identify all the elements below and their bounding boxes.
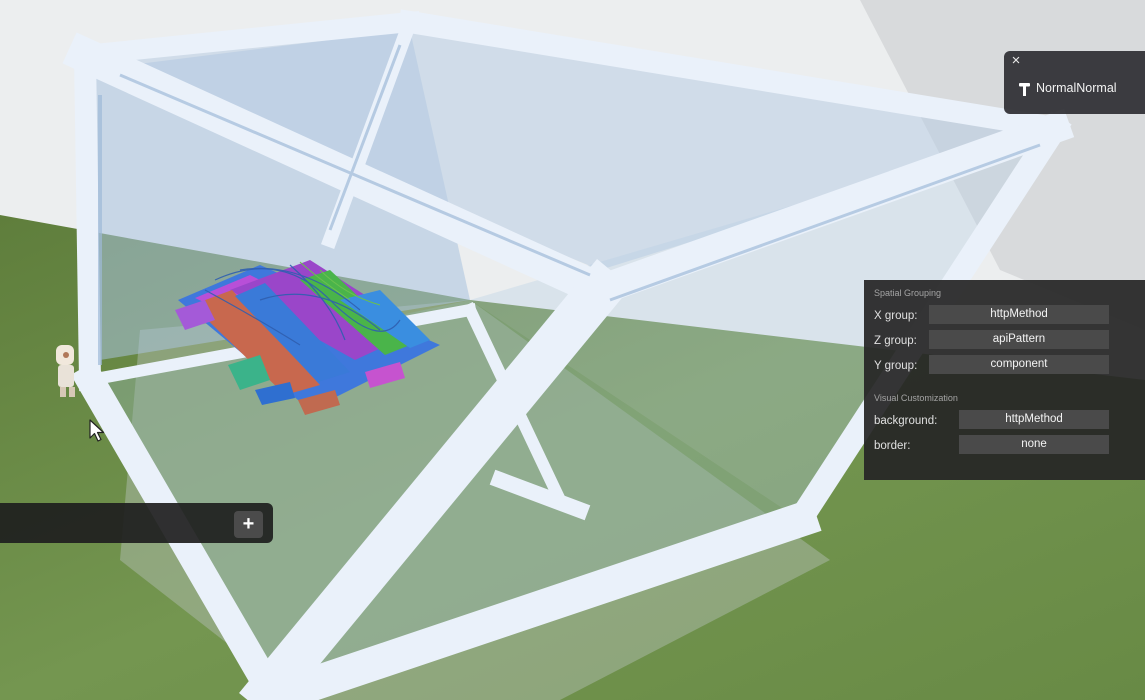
close-icon[interactable]: ×: [1009, 53, 1023, 68]
border-label: border:: [874, 440, 911, 452]
section-visual-customization: Visual Customization: [874, 393, 958, 403]
grouping-panel: Spatial Grouping X group: httpMethod Z g…: [864, 280, 1145, 480]
y-group-select[interactable]: component: [929, 355, 1109, 374]
player-name: NormalNormal: [1036, 81, 1117, 95]
background-select[interactable]: httpMethod: [959, 410, 1109, 429]
z-group-select[interactable]: apiPattern: [929, 330, 1109, 349]
add-button[interactable]: +: [234, 511, 263, 538]
background-label: background:: [874, 415, 938, 427]
y-group-label: Y group:: [874, 360, 918, 372]
x-group-select[interactable]: httpMethod: [929, 305, 1109, 324]
chat-bar[interactable]: +: [0, 503, 273, 543]
border-select[interactable]: none: [959, 435, 1109, 454]
mouse-cursor-icon: [89, 419, 105, 442]
section-spatial-grouping: Spatial Grouping: [874, 288, 942, 298]
player-widget: × NormalNormal: [1004, 51, 1145, 114]
x-group-label: X group:: [874, 310, 918, 322]
hammer-icon: [1019, 83, 1030, 96]
z-group-label: Z group:: [874, 335, 917, 347]
